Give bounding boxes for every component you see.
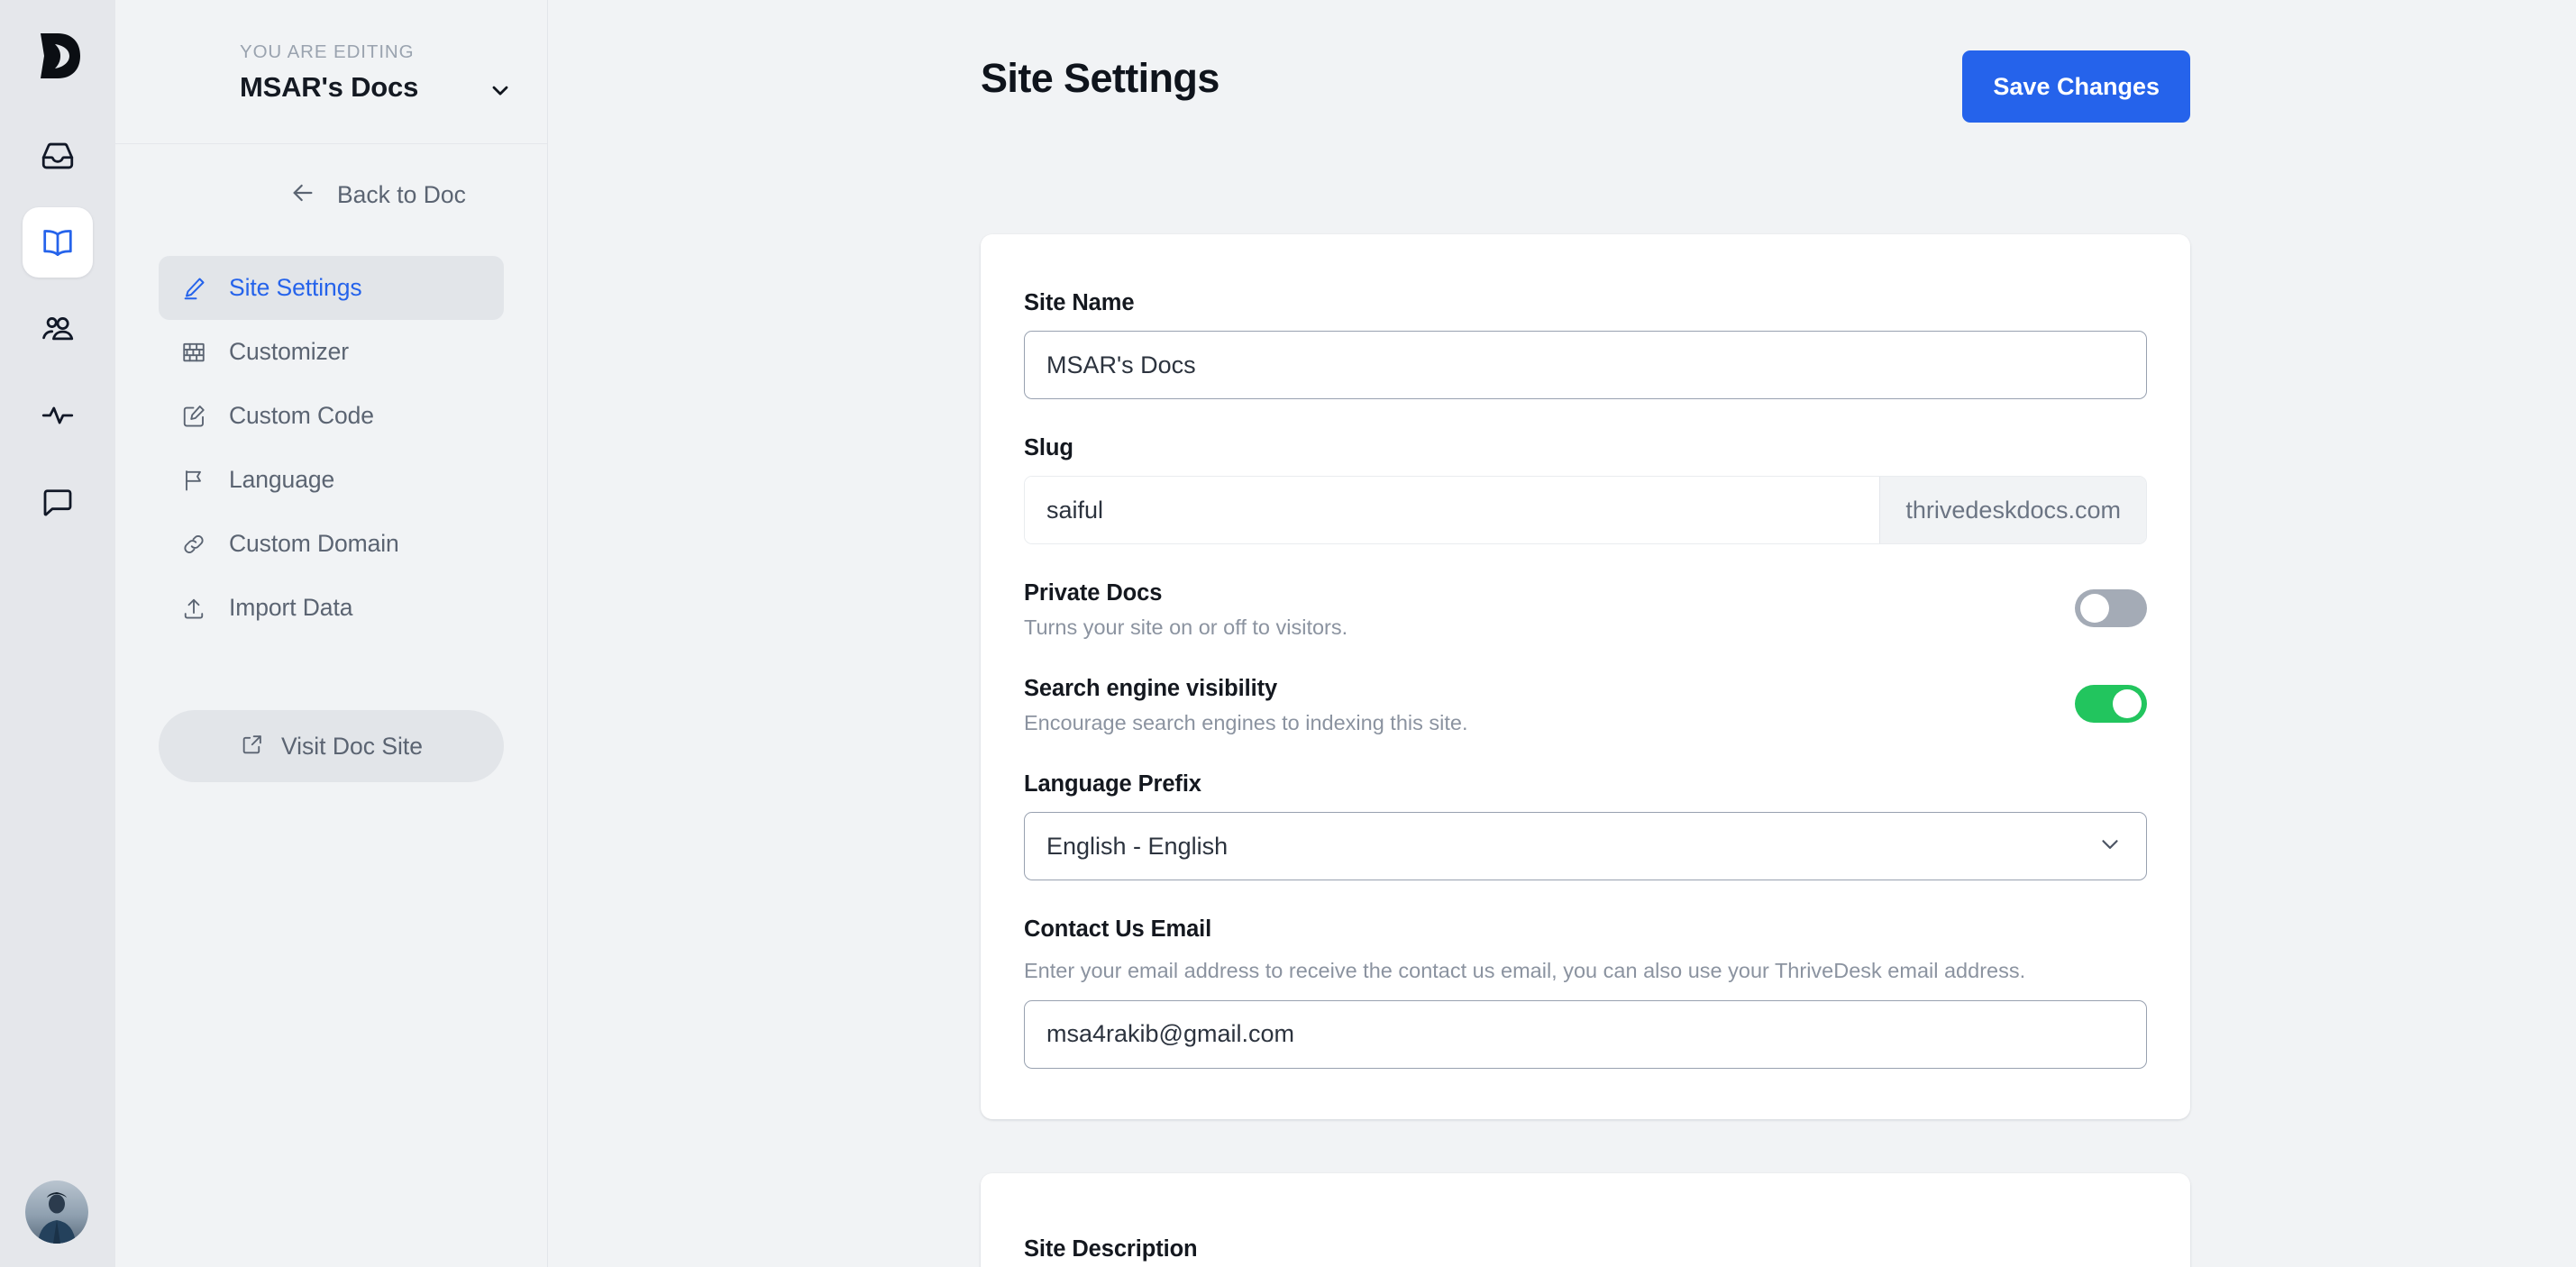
field-contact-email: Contact Us Email Enter your email addres… bbox=[1024, 916, 2147, 1069]
site-switcher[interactable]: YOU ARE EDITING MSAR's Docs bbox=[115, 0, 547, 144]
page-title: Site Settings bbox=[981, 55, 1219, 101]
sidebar-item-import-data[interactable]: Import Data bbox=[159, 576, 504, 640]
contacts-icon bbox=[39, 310, 77, 348]
language-prefix-select-wrap: English - English bbox=[1024, 812, 2147, 880]
sidebar-item-label: Import Data bbox=[229, 594, 353, 621]
brick-wall-icon bbox=[178, 337, 209, 368]
primary-icon-rail bbox=[0, 0, 115, 1267]
settings-cards: Site Name Slug thrivedeskdocs.com Privat… bbox=[981, 123, 2190, 1267]
slug-input[interactable] bbox=[1025, 477, 1880, 543]
docs-nav-list: Site Settings Customizer Custom Code Lan… bbox=[115, 245, 547, 640]
flag-icon bbox=[178, 465, 209, 496]
pencil-icon bbox=[178, 273, 209, 304]
link-icon bbox=[178, 529, 209, 560]
sidebar-item-label: Language bbox=[229, 466, 335, 493]
sidebar-item-custom-code[interactable]: Custom Code bbox=[159, 384, 504, 448]
sidebar-item-label: Custom Domain bbox=[229, 530, 399, 557]
site-description-card: Site Description bbox=[981, 1172, 2190, 1267]
rail-item-docs[interactable] bbox=[23, 207, 93, 278]
private-docs-text: Private Docs Turns your site on or off t… bbox=[1024, 580, 1384, 640]
sidebar-item-label: Site Settings bbox=[229, 274, 362, 301]
sidebar-item-site-settings[interactable]: Site Settings bbox=[159, 256, 504, 320]
slug-label: Slug bbox=[1024, 435, 1073, 460]
language-prefix-label: Language Prefix bbox=[1024, 771, 1201, 797]
main-content: Site Settings Save Changes Site Name Slu… bbox=[548, 0, 2576, 1267]
rail-item-reports[interactable] bbox=[23, 380, 93, 451]
sidebar-item-label: Customizer bbox=[229, 338, 350, 365]
book-icon bbox=[38, 223, 78, 262]
docs-sidebar: YOU ARE EDITING MSAR's Docs Back to Doc bbox=[115, 0, 548, 1267]
site-description-label: Site Description bbox=[1024, 1235, 1198, 1262]
toggle-knob bbox=[2113, 689, 2142, 718]
chat-icon bbox=[39, 483, 77, 521]
site-name-label: Site Name bbox=[1024, 290, 1135, 315]
code-edit-icon bbox=[178, 401, 209, 432]
rail-item-chat[interactable] bbox=[23, 467, 93, 537]
visit-doc-site-label: Visit Doc Site bbox=[280, 732, 424, 760]
field-site-name: Site Name bbox=[1024, 290, 2147, 399]
search-visibility-description: Encourage search engines to indexing thi… bbox=[1024, 711, 1468, 734]
contact-email-input[interactable] bbox=[1024, 999, 2147, 1069]
inbox-icon bbox=[39, 137, 77, 175]
avatar[interactable] bbox=[25, 1180, 88, 1244]
toggle-knob bbox=[2080, 594, 2109, 623]
field-language-prefix: Language Prefix English - English bbox=[1024, 771, 2147, 880]
sidebar-item-language[interactable]: Language bbox=[159, 448, 504, 512]
thrivedesk-logo[interactable] bbox=[23, 22, 92, 90]
sidebar-item-customizer[interactable]: Customizer bbox=[159, 320, 504, 384]
site-switcher-eyebrow: YOU ARE EDITING bbox=[240, 41, 415, 62]
app-root: YOU ARE EDITING MSAR's Docs Back to Doc bbox=[0, 0, 2576, 1267]
contact-email-description: Enter your email address to receive the … bbox=[1024, 959, 2026, 982]
arrow-left-icon bbox=[288, 178, 317, 212]
private-docs-title: Private Docs bbox=[1024, 580, 1163, 606]
activity-icon bbox=[39, 397, 77, 434]
private-docs-description: Turns your site on or off to visitors. bbox=[1024, 615, 1348, 639]
back-to-doc-label: Back to Doc bbox=[337, 180, 466, 208]
external-link-icon bbox=[240, 732, 265, 761]
private-docs-toggle[interactable] bbox=[2075, 589, 2147, 627]
language-prefix-select[interactable]: English - English bbox=[1024, 812, 2147, 880]
sidebar-item-custom-domain[interactable]: Custom Domain bbox=[159, 512, 504, 576]
site-name-input[interactable] bbox=[1024, 331, 2147, 399]
site-switcher-title: MSAR's Docs bbox=[240, 71, 419, 103]
rail-item-inbox[interactable] bbox=[23, 121, 93, 191]
site-settings-card: Site Name Slug thrivedeskdocs.com Privat… bbox=[981, 234, 2190, 1119]
rail-item-list bbox=[0, 121, 115, 537]
row-private-docs: Private Docs Turns your site on or off t… bbox=[1024, 580, 2147, 640]
slug-domain-suffix: thrivedeskdocs.com bbox=[1879, 477, 2146, 543]
visit-doc-site-button[interactable]: Visit Doc Site bbox=[159, 710, 504, 782]
upload-icon bbox=[178, 593, 209, 624]
search-visibility-text: Search engine visibility Encourage searc… bbox=[1024, 676, 1504, 735]
row-search-engine-visibility: Search engine visibility Encourage searc… bbox=[1024, 676, 2147, 735]
search-visibility-title: Search engine visibility bbox=[1024, 676, 1278, 701]
chevron-down-icon bbox=[488, 77, 513, 107]
contact-email-label: Contact Us Email bbox=[1024, 916, 1212, 942]
search-visibility-toggle[interactable] bbox=[2075, 685, 2147, 723]
sidebar-item-label: Custom Code bbox=[229, 402, 374, 429]
page-header: Site Settings Save Changes bbox=[548, 0, 2576, 123]
slug-input-group: thrivedeskdocs.com bbox=[1024, 476, 2147, 544]
field-slug: Slug thrivedeskdocs.com bbox=[1024, 435, 2147, 544]
save-changes-button[interactable]: Save Changes bbox=[1962, 50, 2190, 123]
rail-item-contacts[interactable] bbox=[23, 294, 93, 364]
back-to-doc-link[interactable]: Back to Doc bbox=[115, 144, 547, 245]
